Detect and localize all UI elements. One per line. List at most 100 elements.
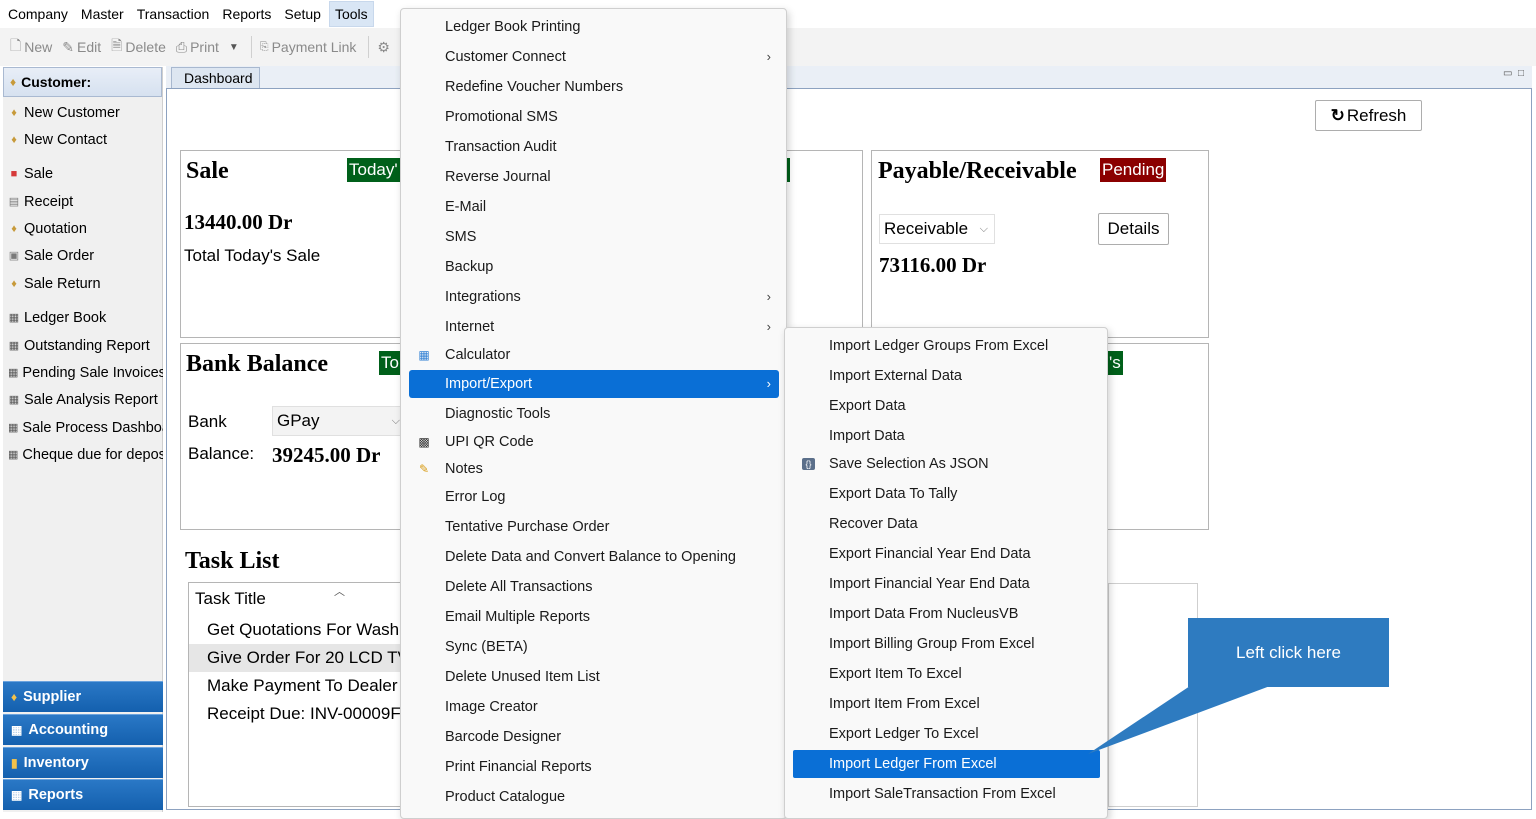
tools-menu-item[interactable]: Import/Export › — [409, 370, 779, 398]
submenu-item[interactable]: Import Financial Year End Data — [793, 570, 1100, 598]
tools-menu-item[interactable]: ✎ Notes — [409, 455, 779, 483]
submenu-item[interactable]: Import Ledger From Excel — [793, 750, 1100, 778]
tools-menu-item[interactable]: Error Log — [409, 483, 779, 511]
tools-menu-item[interactable]: Delete All Transactions — [409, 573, 779, 601]
tools-menu-item[interactable]: Promotional SMS — [409, 103, 779, 131]
submenu-item[interactable]: Export Financial Year End Data — [793, 540, 1100, 568]
tools-menu-item[interactable]: ▩ UPI QR Code — [409, 428, 779, 456]
sidebar-item-sale-order[interactable]: ▣ Sale Order — [8, 248, 163, 264]
extra-tool-button[interactable]: ⚙ — [377, 39, 390, 56]
submenu-item[interactable]: Export Item To Excel — [793, 660, 1100, 688]
nav-section-header[interactable]: ♦ Customer: — [3, 67, 162, 97]
tools-menu-item[interactable]: Transaction Audit — [409, 133, 779, 161]
tools-menu-item[interactable]: Delete Unused Item List — [409, 663, 779, 691]
tools-menu-item[interactable]: Image Creator — [409, 693, 779, 721]
print-dropdown-button[interactable]: ▼ — [229, 42, 239, 53]
nav-group-label: Inventory — [23, 755, 89, 771]
task-row[interactable]: Receipt Due: INV-00009F — [189, 700, 417, 728]
menu-tools[interactable]: Tools — [328, 1, 374, 27]
tools-menu-item[interactable]: SMS — [409, 223, 779, 251]
new-doc-icon: 🗋 — [10, 37, 22, 53]
submenu-item[interactable]: Import Ledger Groups From Excel — [793, 332, 1100, 360]
sidebar-item-cheque-due[interactable]: ▦ Cheque due for depos — [8, 447, 163, 463]
task-row[interactable]: Make Payment To Dealer — [189, 672, 417, 700]
sidebar-item-ledger-book[interactable]: ▦ Ledger Book — [8, 310, 163, 326]
receivable-select[interactable]: Receivable ⌵ — [879, 214, 995, 244]
delete-button[interactable]: 🗎 Delete — [111, 35, 166, 59]
menu-company[interactable]: Company — [3, 1, 73, 27]
menu-master[interactable]: Master — [76, 1, 129, 27]
sidebar-item-pending-sale-invoices[interactable]: ▦ Pending Sale Invoices — [8, 365, 163, 381]
report-icon: ▦ — [8, 312, 20, 324]
maximize-icon[interactable]: □ — [1518, 68, 1524, 79]
task-column-header[interactable]: Task Title — [195, 589, 266, 609]
sidebar-item-sale-process-dashboard[interactable]: ▦ Sale Process Dashboa — [8, 420, 163, 436]
tools-menu-item[interactable]: Ledger Book Printing — [409, 13, 779, 41]
refresh-button[interactable]: ↻ Refresh — [1315, 100, 1422, 131]
submenu-item[interactable]: Export Data — [793, 392, 1100, 420]
edit-button[interactable]: ✎ Edit — [62, 39, 101, 56]
submenu-item[interactable]: Import Data — [793, 422, 1100, 450]
task-row[interactable]: Give Order For 20 LCD TV — [189, 644, 417, 672]
submenu-item-label: Recover Data — [829, 516, 918, 532]
menu-setup[interactable]: Setup — [279, 1, 326, 27]
sidebar-item-outstanding-report[interactable]: ▦ Outstanding Report — [8, 338, 163, 354]
sidebar-item-receipt[interactable]: ▤ Receipt — [8, 194, 163, 210]
tools-menu-item-label: E-Mail — [445, 199, 487, 215]
nav-group-accounting[interactable]: ▦ Accounting — [3, 714, 163, 745]
nav-group-label: Reports — [28, 787, 84, 803]
new-button[interactable]: 🗋 New — [10, 35, 52, 59]
nav-group-supplier[interactable]: ♦ Supplier — [3, 681, 163, 712]
sidebar-item-new-contact[interactable]: ♦ New Contact — [8, 132, 163, 148]
submenu-item[interactable]: Recover Data — [793, 510, 1100, 538]
tools-menu-item[interactable]: Barcode Designer — [409, 723, 779, 751]
tools-menu-item[interactable]: Sync (BETA) — [409, 633, 779, 661]
sort-asc-icon[interactable]: ︿ — [334, 583, 345, 599]
submenu-item[interactable]: Import Data From NucleusVB — [793, 600, 1100, 628]
submenu-item[interactable]: Import Billing Group From Excel — [793, 630, 1100, 658]
bank-select[interactable]: GPay ⌵ — [272, 406, 407, 436]
submenu-item[interactable]: Import SaleTransaction From Excel — [793, 780, 1100, 808]
payment-link-button[interactable]: ⎘ Payment Link — [260, 39, 357, 55]
menu-reports[interactable]: Reports — [217, 1, 276, 27]
submenu-item[interactable]: Export Data To Tally — [793, 480, 1100, 508]
submenu-item[interactable]: Export Ledger To Excel — [793, 720, 1100, 748]
sidebar-item-sale-analysis-report[interactable]: ▦ Sale Analysis Report — [8, 392, 163, 408]
tools-menu-item[interactable]: Integrations › — [409, 283, 779, 311]
sidebar-item-sale[interactable]: ■ Sale — [8, 166, 163, 182]
tools-menu-item[interactable]: Email Multiple Reports — [409, 603, 779, 631]
tools-menu-item[interactable]: Reverse Journal — [409, 163, 779, 191]
task-row[interactable]: Get Quotations For Wash — [189, 616, 417, 644]
sidebar-item-quotation[interactable]: ♦ Quotation — [8, 221, 163, 237]
submenu-item[interactable]: Import Item From Excel — [793, 690, 1100, 718]
tools-menu-item[interactable]: Redefine Voucher Numbers — [409, 73, 779, 101]
tools-menu-item[interactable]: Product Catalogue — [409, 783, 779, 811]
menu-transaction[interactable]: Transaction — [132, 1, 215, 27]
tools-menu-item[interactable]: Backup — [409, 253, 779, 281]
submenu-item-label: Export Ledger To Excel — [829, 726, 979, 742]
sidebar-item-new-customer[interactable]: ♦ New Customer — [8, 105, 163, 121]
submenu-item-label: Import Ledger Groups From Excel — [829, 338, 1049, 354]
tools-menu-item[interactable]: Print Financial Reports — [409, 753, 779, 781]
tools-menu-item[interactable]: Internet › — [409, 313, 779, 341]
tools-menu-item[interactable]: Diagnostic Tools — [409, 400, 779, 428]
callout-arrow-shape — [1088, 686, 1270, 754]
tools-menu-item[interactable]: Customer Connect › — [409, 43, 779, 71]
tools-menu-item[interactable]: ▦ Calculator — [409, 341, 779, 369]
tools-menu-item-label: Email Multiple Reports — [445, 609, 591, 625]
tab-dashboard[interactable]: Dashboard — [171, 67, 260, 89]
tools-menu-item[interactable]: Tentative Purchase Order — [409, 513, 779, 541]
submenu-item[interactable]: Import External Data — [793, 362, 1100, 390]
details-button[interactable]: Details — [1098, 213, 1169, 245]
tools-menu-item[interactable]: Delete Data and Convert Balance to Openi… — [409, 543, 779, 571]
bank-title: Bank Balance — [186, 351, 329, 377]
tools-menu-item-label: Tentative Purchase Order — [445, 519, 610, 535]
print-button[interactable]: ⎙ Print — [176, 39, 219, 56]
nav-group-inventory[interactable]: ▮ Inventory — [3, 747, 163, 778]
report-icon: ▦ — [8, 367, 19, 379]
submenu-item[interactable]: {} Save Selection As JSON — [793, 450, 1100, 478]
minimize-icon[interactable]: ▭ — [1503, 68, 1512, 79]
tools-menu-item[interactable]: E-Mail — [409, 193, 779, 221]
sidebar-item-sale-return[interactable]: ♦ Sale Return — [8, 276, 163, 292]
nav-group-reports[interactable]: ▦ Reports — [3, 779, 163, 810]
